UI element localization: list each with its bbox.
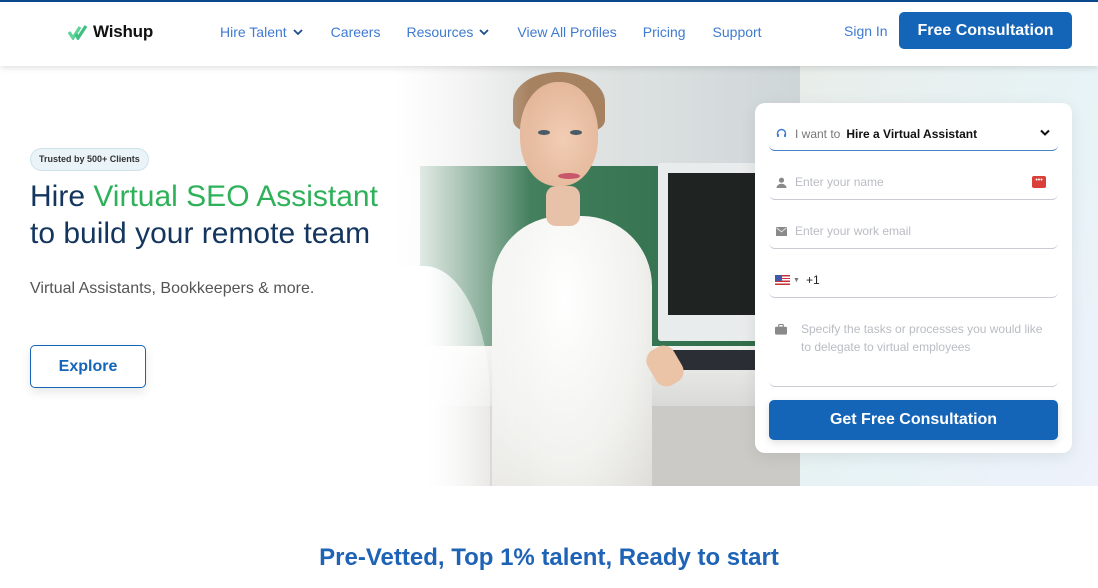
nav-view-all-profiles[interactable]: View All Profiles: [517, 24, 616, 40]
image-person-head: [520, 82, 598, 186]
nav-links: Hire Talent Careers Resources View All P…: [220, 24, 762, 40]
nav-hire-talent[interactable]: Hire Talent: [220, 24, 303, 40]
headset-icon: [775, 128, 787, 140]
consultation-form: I want to Hire a Virtual Assistant Enter…: [755, 103, 1072, 453]
name-field[interactable]: Enter your name •••: [769, 165, 1058, 200]
caret-down-icon[interactable]: ▼: [793, 277, 800, 284]
nav-pricing[interactable]: Pricing: [643, 24, 686, 40]
nav-hire-talent-label: Hire Talent: [220, 24, 287, 40]
hero-headline: Hire Virtual SEO Assistant to build your…: [30, 178, 378, 252]
name-placeholder: Enter your name: [795, 175, 884, 189]
sign-in-link[interactable]: Sign In: [844, 23, 888, 39]
section-title: Pre-Vetted, Top 1% talent, Ready to star…: [319, 544, 779, 571]
chevron-down-icon: [1040, 129, 1050, 136]
chevron-down-icon: [293, 28, 303, 35]
explore-button[interactable]: Explore: [30, 345, 146, 388]
nav-support-label: Support: [712, 24, 762, 40]
intent-value: Hire a Virtual Assistant: [846, 126, 978, 141]
password-manager-icon[interactable]: •••: [1032, 176, 1046, 188]
logo-text: Wishup: [93, 22, 154, 41]
hero-subtext: Virtual Assistants, Bookkeepers & more.: [30, 280, 315, 297]
email-placeholder: Enter your work email: [795, 224, 912, 238]
headline-accent: Virtual SEO Assistant: [93, 180, 378, 213]
nav-resources-label: Resources: [406, 24, 474, 40]
navbar: Wishup Hire Talent Careers Resources Vie…: [0, 2, 1098, 66]
trusted-badge: Trusted by 500+ Clients: [30, 148, 149, 171]
headline-prefix: Hire: [30, 180, 94, 213]
image-person-neck: [546, 186, 580, 226]
tasks-textarea[interactable]: Specify the tasks or processes you would…: [769, 312, 1058, 387]
us-flag-icon[interactable]: [775, 275, 790, 285]
user-icon: [775, 176, 787, 188]
tasks-placeholder: Specify the tasks or processes you would…: [801, 322, 1043, 354]
get-free-consultation-button[interactable]: Get Free Consultation: [769, 400, 1058, 440]
headline-line2: to build your remote team: [30, 217, 371, 250]
nav-careers-label: Careers: [330, 24, 381, 40]
phone-code: +1: [805, 273, 820, 287]
image-person-eye: [570, 130, 582, 135]
nav-pricing-label: Pricing: [642, 24, 686, 40]
email-field[interactable]: Enter your work email: [769, 214, 1058, 249]
nav-view-all-profiles-label: View All Profiles: [517, 24, 617, 40]
intent-select[interactable]: I want to Hire a Virtual Assistant: [769, 117, 1058, 151]
chevron-down-icon: [479, 28, 490, 35]
nav-resources[interactable]: Resources: [406, 24, 490, 40]
logo[interactable]: Wishup: [68, 22, 153, 42]
nav-careers[interactable]: Careers: [331, 24, 381, 40]
hero-section: Trusted by 500+ Clients Hire Virtual SEO…: [0, 66, 1098, 486]
nav-support[interactable]: Support: [713, 24, 762, 40]
intent-label: I want to: [795, 126, 841, 141]
envelope-icon: [775, 225, 787, 237]
phone-field[interactable]: ▼ +1: [769, 263, 1058, 298]
image-person-eye: [538, 130, 550, 135]
briefcase-icon: [775, 323, 787, 335]
double-check-icon: [68, 25, 88, 40]
image-person-lips: [558, 173, 580, 179]
free-consultation-button[interactable]: Free Consultation: [899, 12, 1072, 49]
